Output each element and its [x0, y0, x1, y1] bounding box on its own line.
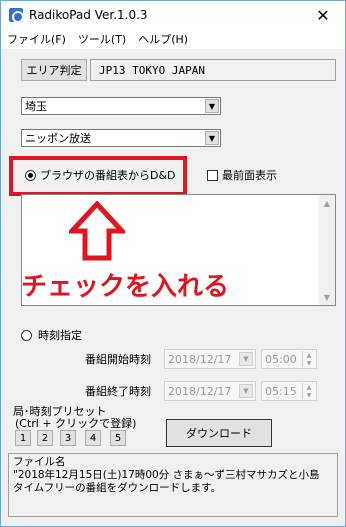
menu-file[interactable]: ファイル(F) — [1, 31, 72, 47]
browser-dnd-radio[interactable] — [25, 169, 36, 181]
scroll-down-icon[interactable]: ▼ — [319, 289, 335, 305]
topmost-label: 最前面表示 — [222, 169, 277, 182]
chevron-down-icon[interactable]: ▼ — [205, 131, 219, 145]
status-line: "2018年12月15日(土)17時00分 さまぁ〜ず三村マサカズと小島 — [13, 469, 320, 481]
menu-help[interactable]: ヘルプ(H) — [132, 31, 194, 47]
end-date-picker[interactable]: 2018/12/17 ▼ — [164, 381, 256, 401]
spinner-arrows-icon[interactable]: ▲ ▼ — [302, 351, 315, 367]
prefecture-select[interactable]: 埼玉 ▼ — [21, 97, 221, 115]
time-spec-option[interactable]: 時刻指定 — [21, 327, 82, 343]
location-display: JP13 TOKYO JAPAN — [90, 59, 336, 81]
scroll-up-icon[interactable]: ▲ — [319, 195, 335, 211]
time-spec-label: 時刻指定 — [38, 329, 82, 342]
status-line: ファイル名 — [13, 456, 66, 468]
topmost-checkbox[interactable] — [207, 169, 218, 181]
preset-button-3[interactable]: 3 — [60, 430, 76, 446]
start-time-label: 番組開始時刻 — [85, 353, 151, 366]
topmost-option[interactable]: 最前面表示 — [207, 167, 277, 183]
menu-bar: ファイル(F) ツール(T) ヘルプ(H) — [1, 29, 345, 49]
calendar-dropdown-icon[interactable]: ▼ — [239, 384, 253, 398]
status-line: タイムフリーの番組をダウンロードします。 — [13, 482, 222, 494]
status-output: ファイル名 "2018年12月15日(土)17時00分 さまぁ〜ず三村マサカズと… — [8, 453, 338, 517]
end-time-value: 05:15 — [265, 384, 297, 398]
preset-button-2[interactable]: 2 — [37, 430, 53, 446]
calendar-dropdown-icon[interactable]: ▼ — [239, 352, 253, 366]
preset-button-4[interactable]: 4 — [85, 430, 101, 446]
end-time-spinner[interactable]: 05:15 ▲ ▼ — [261, 381, 317, 401]
app-window: RadikoPad Ver.1.0.3 ✕ ファイル(F) ツール(T) ヘルプ… — [0, 0, 346, 527]
end-date-value: 2018/12/17 — [168, 384, 232, 398]
menu-tools[interactable]: ツール(T) — [72, 31, 132, 47]
start-date-picker[interactable]: 2018/12/17 ▼ — [164, 349, 256, 369]
download-button[interactable]: ダウンロード — [166, 419, 272, 447]
browser-dnd-label: ブラウザの番組表からD&D — [40, 169, 176, 182]
prefecture-value: 埼玉 — [25, 100, 47, 113]
start-time-spinner[interactable]: 05:00 ▲ ▼ — [261, 349, 317, 369]
station-value: ニッポン放送 — [25, 132, 91, 145]
scrollbar[interactable]: ▲ ▼ — [319, 195, 335, 305]
preset-button-5[interactable]: 5 — [110, 430, 126, 446]
start-time-value: 05:00 — [265, 352, 297, 366]
up-arrow-annotation-icon — [69, 201, 125, 261]
title-bar[interactable]: RadikoPad Ver.1.0.3 ✕ — [1, 1, 345, 29]
area-detect-button[interactable]: エリア判定 — [21, 59, 87, 81]
spinner-arrows-icon[interactable]: ▲ ▼ — [302, 383, 315, 399]
window-title: RadikoPad Ver.1.0.3 — [29, 8, 148, 22]
chevron-down-icon[interactable]: ▼ — [205, 99, 219, 113]
start-date-value: 2018/12/17 — [168, 352, 232, 366]
browser-dnd-option[interactable]: ブラウザの番組表からD&D — [25, 167, 176, 183]
radio-app-icon — [9, 8, 24, 23]
annotation-text: チェックを入れる — [21, 272, 230, 302]
close-button[interactable]: ✕ — [301, 1, 345, 29]
preset-button-1[interactable]: 1 — [15, 430, 31, 446]
station-select[interactable]: ニッポン放送 ▼ — [21, 129, 221, 147]
end-time-label: 番組終了時刻 — [85, 385, 151, 398]
time-spec-radio[interactable] — [21, 329, 32, 341]
preset-subtitle: (Ctrl + クリックで登録) — [15, 417, 137, 430]
